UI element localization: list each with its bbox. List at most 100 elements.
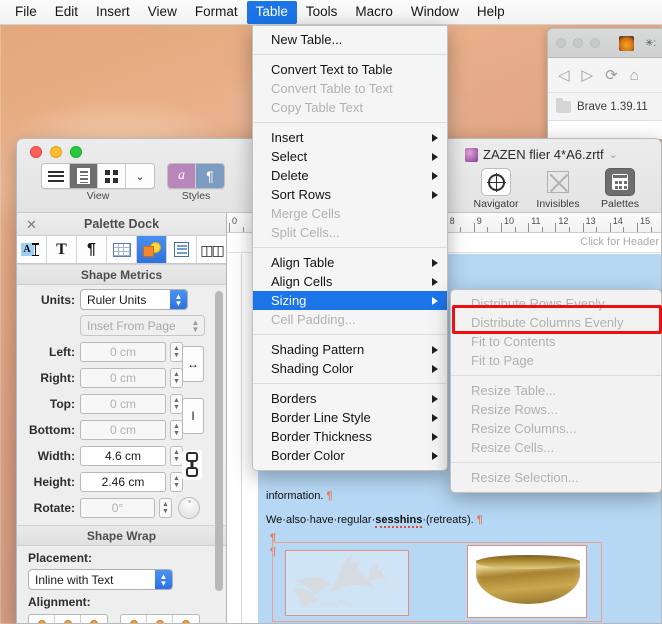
table-menu-item-shading-pattern[interactable]: Shading Pattern <box>253 340 447 359</box>
horizontal-alignment-group[interactable] <box>28 614 108 623</box>
rotate-input[interactable]: 0° <box>80 497 155 518</box>
menu-item-label: Split Cells... <box>271 225 340 240</box>
height-input[interactable]: 2.46 cm <box>80 471 166 492</box>
table-menu-item-borders[interactable]: Borders <box>253 389 447 408</box>
menu-item-label: Borders <box>271 391 317 406</box>
lock-aspect-ratio-icon[interactable] <box>182 450 202 480</box>
close-button[interactable] <box>30 146 42 158</box>
view-segmented-control[interactable]: ⌄ <box>41 163 155 189</box>
table-menu-item-shading-color[interactable]: Shading Color <box>253 359 447 378</box>
singing-bowl-image[interactable] <box>467 545 587 618</box>
units-value: Ruler Units <box>87 292 147 307</box>
ruler-tick-label: 9 <box>476 216 482 226</box>
rotate-stepper[interactable]: ▲ ▼ <box>159 497 172 518</box>
brave-zoom-button[interactable] <box>590 38 600 48</box>
align-middle-button[interactable] <box>147 615 173 623</box>
home-icon[interactable]: ⌂ <box>630 68 639 83</box>
character-style-button[interactable]: a <box>168 164 196 188</box>
left-input[interactable]: 0 cm <box>80 341 166 362</box>
brave-lion-icon[interactable] <box>619 35 634 51</box>
vertical-alignment-group[interactable] <box>120 614 200 623</box>
table-menu-item-sort-rows[interactable]: Sort Rows <box>253 185 447 204</box>
table-menu-item-sizing[interactable]: Sizing <box>253 291 447 310</box>
vertical-inset-icon[interactable]: I <box>182 398 204 434</box>
document-filename[interactable]: ZAZEN flier 4*A6.zrtf ⌄ <box>465 143 661 162</box>
table-menu-item-align-table[interactable]: Align Table <box>253 253 447 272</box>
palette-dock-scrollbar[interactable] <box>215 291 223 611</box>
flying-birds-image[interactable] <box>285 550 409 616</box>
menu-format[interactable]: Format <box>186 1 247 24</box>
right-input[interactable]: 0 cm <box>80 367 166 388</box>
table-menu-item-new-table[interactable]: New Table... <box>253 30 447 49</box>
menu-edit[interactable]: Edit <box>46 1 87 24</box>
menu-help[interactable]: Help <box>468 1 514 24</box>
menu-table[interactable]: Table <box>246 0 297 24</box>
width-input[interactable]: 4.6 cm <box>80 445 166 466</box>
menu-insert[interactable]: Insert <box>87 1 139 24</box>
styles-segmented-control[interactable]: a ¶ <box>167 163 225 189</box>
view-group-label: View <box>86 190 110 202</box>
close-icon[interactable]: ✕ <box>26 218 37 231</box>
view-options-button[interactable]: ⌄ <box>126 164 154 188</box>
submenu-arrow-icon <box>432 258 438 267</box>
placement-select[interactable]: Inline with Text ▲ ▼ <box>28 569 173 590</box>
table-menu-item-border-line-style[interactable]: Border Line Style <box>253 408 447 427</box>
view-thumbnails-button[interactable] <box>98 164 126 188</box>
palette-tab-character[interactable]: T <box>47 236 77 263</box>
menu-macro[interactable]: Macro <box>346 1 402 24</box>
list-lines-icon <box>47 168 64 184</box>
brave-close-button[interactable] <box>556 38 566 48</box>
inset-select[interactable]: Inset From Page ▲ ▼ <box>80 315 205 336</box>
bookmark-label[interactable]: Brave 1.39.11 <box>577 101 648 113</box>
chevron-down-icon[interactable]: ⌄ <box>609 148 618 161</box>
navigator-button[interactable]: Navigator <box>471 168 521 210</box>
table-menu-item-border-thickness[interactable]: Border Thickness <box>253 427 447 446</box>
table-menu-item-delete[interactable]: Delete <box>253 166 447 185</box>
view-draft-button[interactable] <box>42 164 70 188</box>
menu-file[interactable]: File <box>6 1 46 24</box>
brave-minimize-button[interactable] <box>573 38 583 48</box>
rotate-knob[interactable] <box>178 496 200 519</box>
brave-extension-icon[interactable]: ✳: <box>645 38 656 49</box>
menu-view[interactable]: View <box>139 1 186 24</box>
paragraph-style-button[interactable]: ¶ <box>196 164 224 188</box>
align-center-button[interactable] <box>55 615 81 623</box>
palette-tab-text-field[interactable]: A <box>17 236 47 263</box>
table-menu-item-border-color[interactable]: Border Color <box>253 446 447 465</box>
table-menu-item-convert-text-to-table[interactable]: Convert Text to Table <box>253 60 447 79</box>
table-menu-item-select[interactable]: Select <box>253 147 447 166</box>
forward-icon[interactable]: ▷ <box>582 68 594 83</box>
table-menu-item-align-cells[interactable]: Align Cells <box>253 272 447 291</box>
palette-tab-paragraph[interactable]: ¶ <box>77 236 107 263</box>
horizontal-inset-icon[interactable]: ↔ <box>182 346 204 382</box>
align-bottom-button[interactable] <box>173 615 199 623</box>
folder-icon[interactable] <box>556 97 571 113</box>
palette-tab-shape[interactable] <box>137 236 167 263</box>
submenu-arrow-icon <box>432 133 438 142</box>
back-icon[interactable]: ◁ <box>558 68 570 83</box>
reload-icon[interactable]: ⟳ <box>605 68 618 83</box>
zoom-button[interactable] <box>70 146 82 158</box>
palette-tab-table[interactable] <box>107 236 137 263</box>
scrollbar-thumb[interactable] <box>215 291 223 591</box>
brave-browser-window[interactable]: ✳: ◁ ▷ ⟳ ⌂ Brave 1.39.11 <box>547 28 662 140</box>
bottom-input[interactable]: 0 cm <box>80 419 166 440</box>
chevron-updown-icon: ▲ ▼ <box>155 570 172 589</box>
palette-tab-layout[interactable] <box>167 236 197 263</box>
menu-window[interactable]: Window <box>402 1 468 24</box>
menu-tools[interactable]: Tools <box>297 1 347 24</box>
align-right-button[interactable] <box>81 615 107 623</box>
units-select[interactable]: Ruler Units ▲ ▼ <box>80 289 188 310</box>
menu-item-label: Copy Table Text <box>271 100 364 115</box>
align-top-button[interactable] <box>121 615 147 623</box>
palettes-button[interactable]: Palettes <box>595 168 645 210</box>
align-left-button[interactable] <box>29 615 55 623</box>
view-page-button[interactable] <box>70 164 98 188</box>
vertical-bar-icon: I <box>191 409 195 423</box>
minimize-button[interactable] <box>50 146 62 158</box>
palette-dock: ✕ Palette Dock A T ¶ ◫◫ Shape Metrics Un… <box>17 213 227 623</box>
top-input[interactable]: 0 cm <box>80 393 166 414</box>
table-menu-item-insert[interactable]: Insert <box>253 128 447 147</box>
invisibles-button[interactable]: Invisibles <box>533 168 583 210</box>
palette-tab-bookmarks[interactable]: ◫◫ <box>197 236 226 263</box>
